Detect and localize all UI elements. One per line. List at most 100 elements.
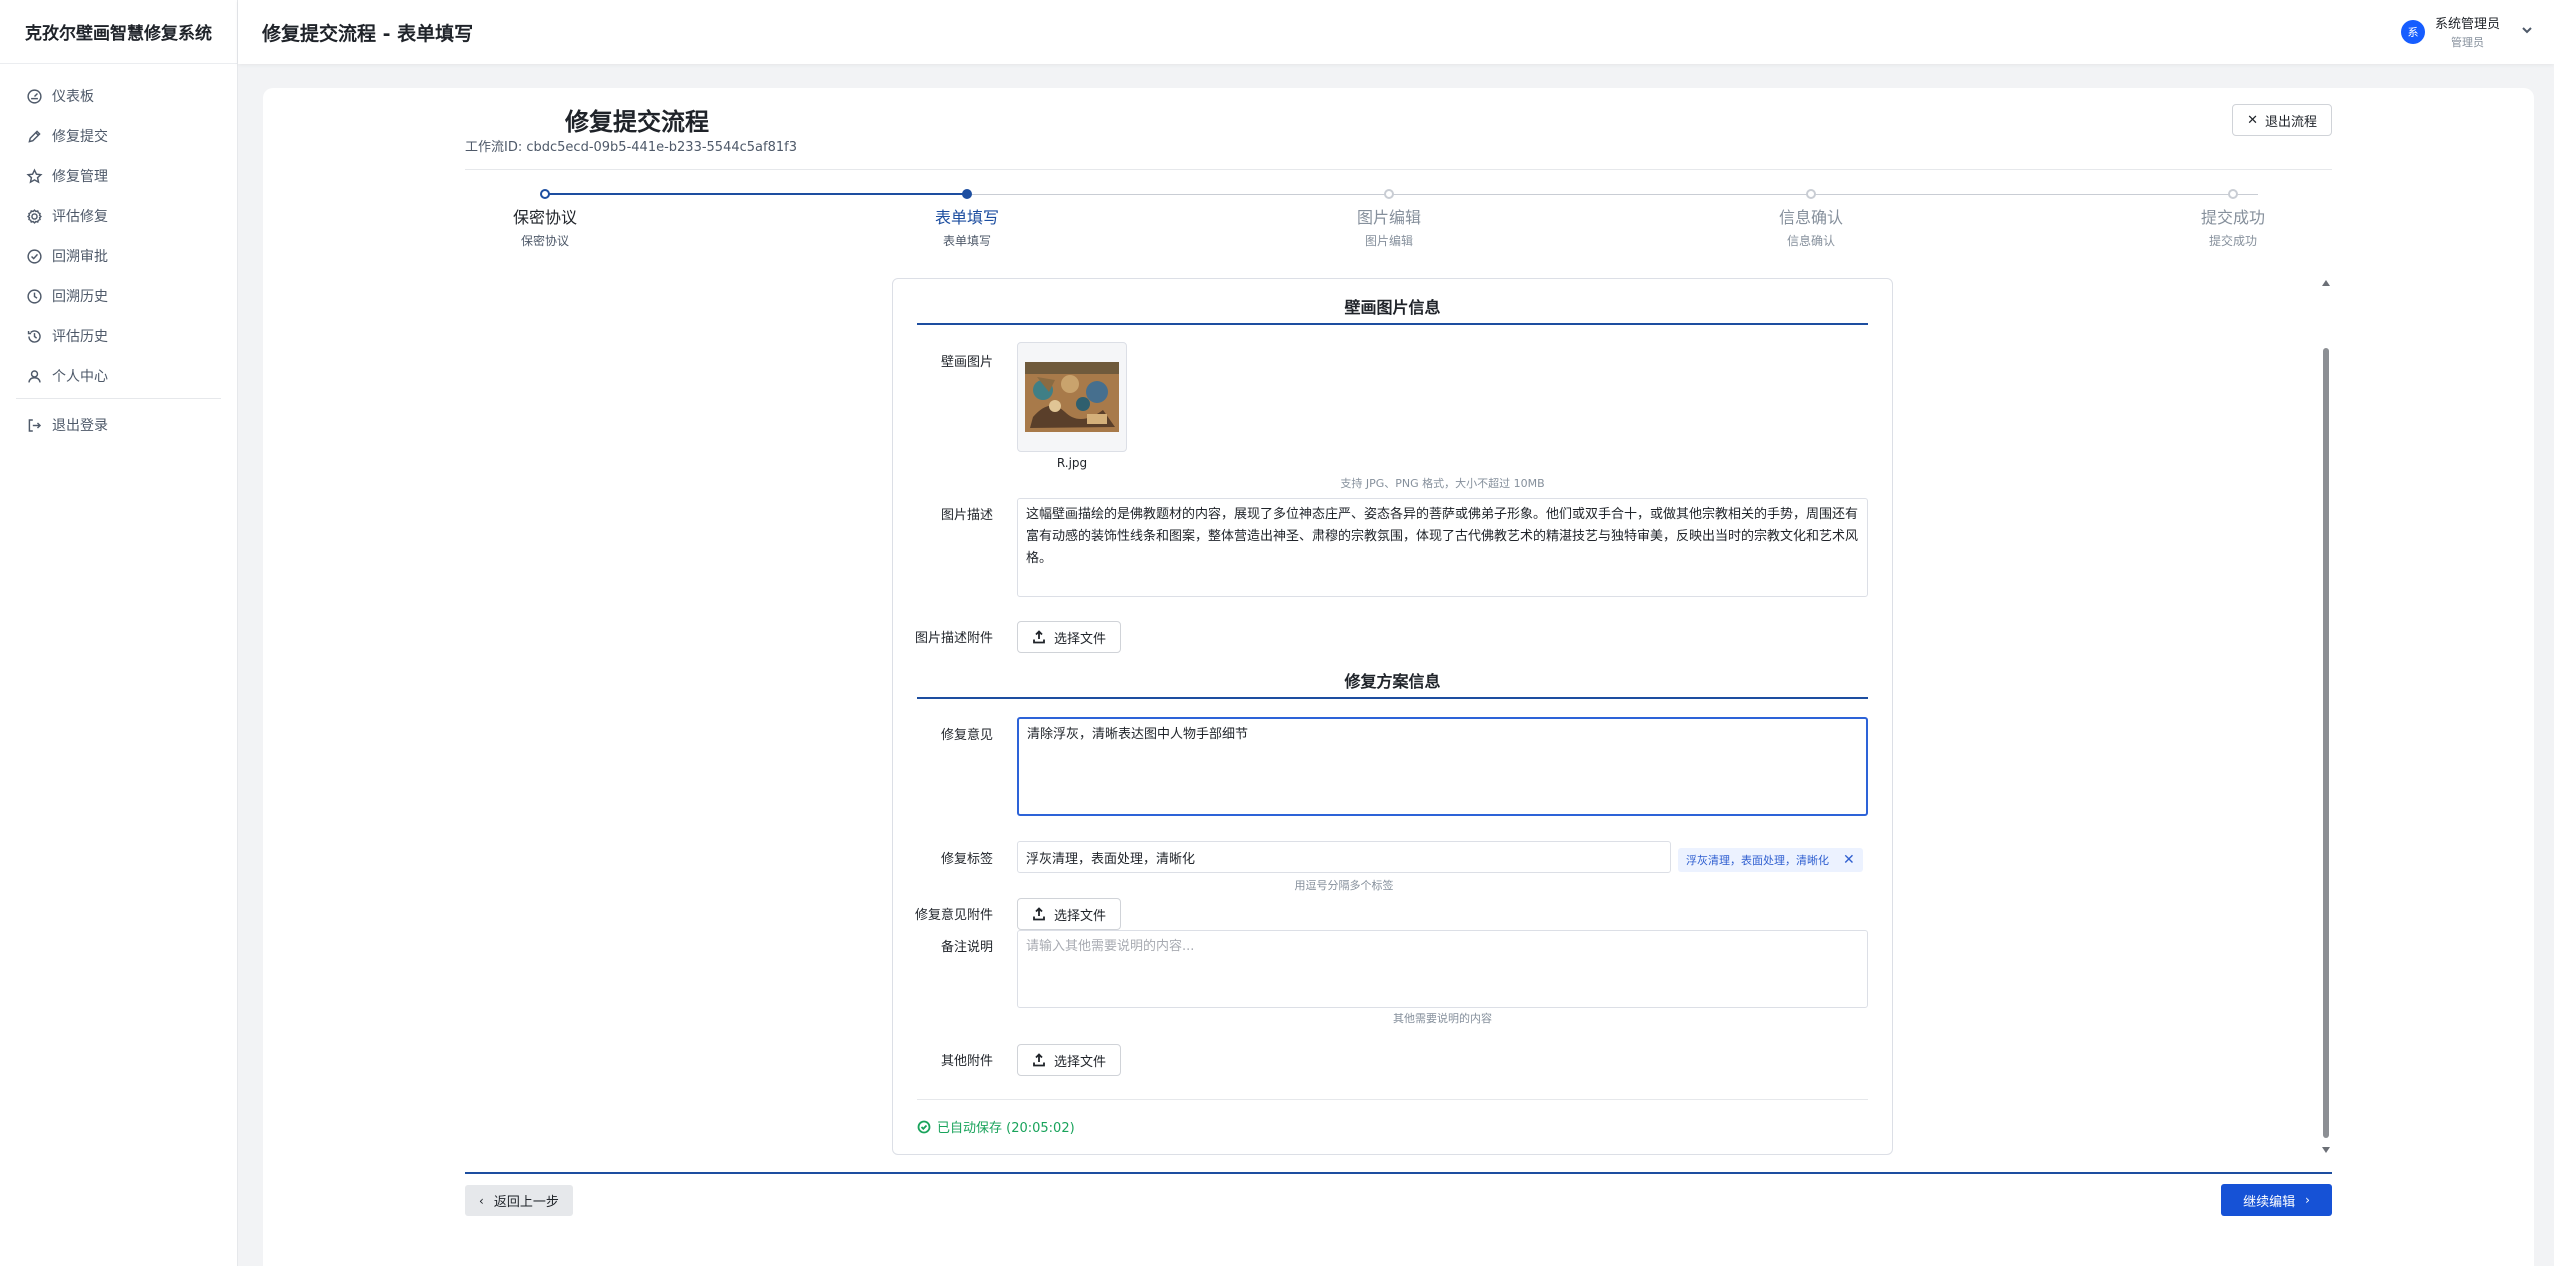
app-brand: 克孜尔壁画智慧修复系统 [0,0,237,64]
image-filename: R.jpg [1056,456,1088,470]
sidebar-item-logout[interactable]: 退出登录 [0,405,237,445]
star-icon [24,166,44,186]
chevron-left-icon: ‹ [479,1193,484,1208]
step-title: 表单填写 [934,208,999,227]
sidebar-item-label: 修复管理 [52,169,108,185]
step-subtitle: 信息确认 [1786,234,1835,248]
scrollbar-thumb[interactable] [2323,348,2329,1138]
stepper: 保密协议 保密协议 表单填写 表单填写 图片编辑 图片编辑 信息确认 信息确认 … [465,186,2332,256]
other-attach-file-button[interactable]: 选择文件 [1017,1044,1122,1076]
step-title: 信息确认 [1778,208,1843,227]
mural-image-thumbnail[interactable] [1017,342,1127,452]
form-scrollbar[interactable] [2320,278,2332,1155]
notes-hint: 其他需要说明的内容 [1393,1012,1492,1025]
pencil-icon [24,126,44,146]
mural-image [1025,362,1119,432]
sidebar-item-assess-repair[interactable]: 评估修复 [0,196,237,236]
step-subtitle: 图片编辑 [1364,234,1413,248]
continue-edit-button[interactable]: 继续编辑 › [2221,1184,2332,1216]
step-dot [1806,189,1816,199]
step-subtitle: 表单填写 [942,234,991,248]
sidebar-item-repair-submit[interactable]: 修复提交 [0,116,237,156]
sidebar-item-profile[interactable]: 个人中心 [0,356,237,396]
back-button[interactable]: ‹ 返回上一步 [465,1185,573,1216]
user-role: 管理员 [2450,36,2484,49]
exit-flow-label: 退出流程 [2264,114,2317,130]
scroll-up-arrow-icon[interactable] [2322,280,2330,286]
user-menu[interactable]: 系 系统管理员 管理员 [2400,13,2534,50]
footer-divider [465,1172,2332,1174]
image-label: 壁画图片 [940,355,993,370]
autosave-status: 已自动保存 (20:05:02) [917,1117,1075,1136]
dashboard-icon [24,86,44,106]
chevron-down-icon[interactable] [2520,22,2534,41]
sidebar-item-rollback-approve[interactable]: 回溯审批 [0,236,237,276]
sidebar: 克孜尔壁画智慧修复系统 仪表板 修复提交 修复管理 评估修复 回溯审批 回溯历史 [0,0,238,1266]
sidebar-item-label: 修复提交 [52,129,108,145]
choose-file-label: 选择文件 [1054,631,1107,647]
repair-tags-input[interactable]: 浮灰清理，表面处理，清晰化 [1017,841,1671,873]
scroll-down-arrow-icon[interactable] [2322,1147,2330,1153]
notes-label: 备注说明 [940,940,993,955]
workflow-id: 工作流ID: cbdc5ecd-09b5-441e-b233-5544c5af8… [465,140,797,155]
notes-textarea[interactable]: 请输入其他需要说明的内容... [1017,930,1868,1008]
desc-attach-file-button[interactable]: 选择文件 [1017,621,1122,653]
scrollbar-track[interactable] [2323,290,2329,1143]
check-circle-icon [917,1120,931,1133]
step-dot [2228,189,2238,199]
sidebar-item-dashboard[interactable]: 仪表板 [0,76,237,116]
opinion-label: 修复意见 [940,728,993,743]
close-icon[interactable]: ✕ [1843,852,1855,868]
image-hint: 支持 JPG、PNG 格式，大小不超过 10MB [1340,477,1545,490]
section-title-repair-plan: 修复方案信息 [1344,672,1441,691]
step-connector-pending [970,194,2258,195]
image-description-textarea[interactable]: 这幅壁画描绘的是佛教题材的内容，展现了多位神态庄严、姿态各异的菩萨或佛弟子形象。… [1017,498,1868,597]
other-attach-label: 其他附件 [940,1054,993,1069]
step-dot [962,189,972,199]
section-title-image-info: 壁画图片信息 [1344,298,1441,317]
top-header: 修复提交流程 - 表单填写 系 系统管理员 管理员 [238,0,2554,64]
repair-opinion-textarea[interactable]: 清除浮灰，清晰表达图中人物手部细节 [1017,717,1868,816]
sidebar-item-rollback-history[interactable]: 回溯历史 [0,276,237,316]
step-dot [1384,189,1394,199]
step-title: 保密协议 [512,208,577,227]
section-underline [917,697,1868,699]
opinion-attach-file-button[interactable]: 选择文件 [1017,898,1122,930]
tags-label: 修复标签 [940,852,993,867]
upload-icon [1033,630,1045,644]
sidebar-item-label: 评估历史 [52,329,108,345]
sidebar-divider [16,398,221,399]
tag-chip: 浮灰清理，表面处理，清晰化 ✕ [1678,848,1863,872]
form-divider [917,1099,1868,1100]
tags-hint: 用逗号分隔多个标签 [1294,879,1394,892]
step-subtitle: 保密协议 [520,234,569,248]
sidebar-item-repair-manage[interactable]: 修复管理 [0,156,237,196]
gear-icon [24,206,44,226]
step-title: 提交成功 [2200,208,2265,227]
sidebar-item-assess-history[interactable]: 评估历史 [0,316,237,356]
desc-attach-label: 图片描述附件 [914,631,993,646]
flow-title: 修复提交流程 [565,108,709,136]
chevron-right-icon: › [2305,1193,2310,1207]
step-connector-done [547,193,970,195]
sidebar-item-label: 个人中心 [52,369,108,385]
sidebar-item-label: 评估修复 [52,209,108,225]
sidebar-item-label: 仪表板 [52,89,94,105]
exit-flow-button[interactable]: ✕ 退出流程 [2232,104,2332,136]
user-name: 系统管理员 [2434,17,2500,32]
continue-label: 继续编辑 [2243,1194,2296,1210]
sidebar-item-label: 回溯审批 [52,249,108,265]
sidebar-item-label: 退出登录 [52,418,108,434]
step-title: 图片编辑 [1356,208,1421,227]
page-title: 修复提交流程 - 表单填写 [262,22,474,45]
logout-icon [24,415,44,435]
choose-file-label: 选择文件 [1054,1054,1107,1070]
step-subtitle: 提交成功 [2208,234,2257,248]
form-panel: 壁画图片信息 壁画图片 R.jpg 支持 JPG、PNG 格式，大小不超过 10… [892,278,1893,1155]
check-circle-icon [24,246,44,266]
flow-header: 修复提交流程 工作流ID: cbdc5ecd-09b5-441e-b233-55… [465,100,2332,170]
choose-file-label: 选择文件 [1054,908,1107,924]
avatar: 系 [2400,19,2425,44]
close-icon: ✕ [2247,112,2258,128]
autosave-text: 已自动保存 (20:05:02) [937,1121,1075,1136]
